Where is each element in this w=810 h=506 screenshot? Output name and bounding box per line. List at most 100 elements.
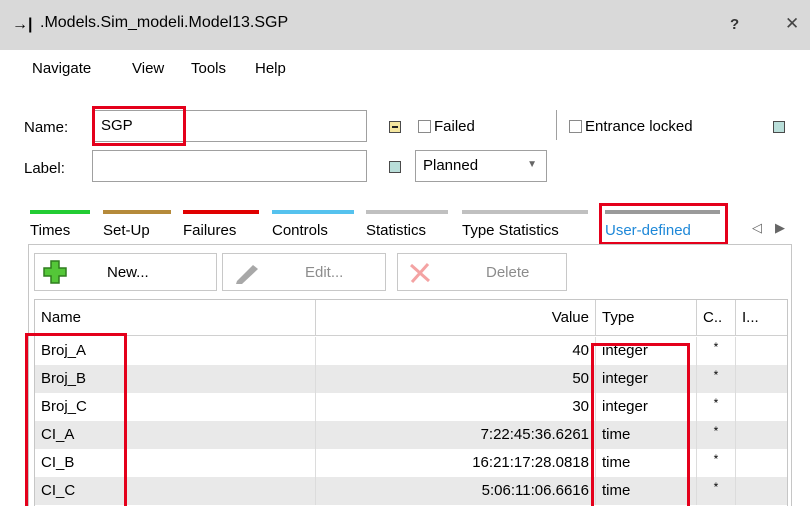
cell-type: time	[596, 449, 697, 477]
table-row[interactable]: Broj_B 50 integer *	[35, 365, 787, 393]
delete-x-icon	[410, 263, 430, 283]
cell-c: *	[697, 449, 736, 477]
header-value[interactable]: Value	[316, 300, 596, 336]
delete-button[interactable]: Delete	[397, 253, 567, 291]
tab-color-bar	[605, 210, 720, 214]
cell-name: CI_A	[35, 421, 316, 449]
cell-value: 40	[316, 337, 596, 365]
cell-type: integer	[596, 365, 697, 393]
tab-label: Times	[30, 222, 71, 239]
cell-c: *	[697, 337, 736, 365]
cell-c: *	[697, 393, 736, 421]
label-input[interactable]	[92, 150, 367, 182]
menu-bar: Navigate View Tools Help	[0, 50, 810, 86]
tab-color-bar	[183, 210, 259, 214]
window-title: .Models.Sim_modeli.Model13.SGP	[40, 14, 289, 31]
user-defined-table: Name Value Type C.. I... Broj_A 40 integ…	[34, 299, 788, 506]
cell-i	[736, 337, 787, 365]
tab-scroll-left-icon[interactable]: ◁	[752, 220, 762, 236]
entrance-locked-checkbox[interactable]	[569, 120, 582, 133]
new-button-label: New...	[107, 264, 149, 281]
table-row[interactable]: CI_C 5:06:11:06.6616 time *	[35, 477, 787, 505]
tab-color-bar	[272, 210, 354, 214]
tab-type-statistics[interactable]: Type Statistics	[462, 210, 588, 244]
entrance-inheritance-icon[interactable]	[773, 121, 785, 133]
cell-c: *	[697, 421, 736, 449]
tab-color-bar	[103, 210, 171, 214]
header-c[interactable]: C..	[697, 300, 736, 336]
status-select-value: Planned	[423, 157, 479, 174]
name-value: SGP	[101, 117, 133, 134]
label-inheritance-icon[interactable]	[389, 161, 401, 173]
pin-arrow-icon[interactable]: →|	[12, 16, 32, 34]
cell-type: integer	[596, 337, 697, 365]
cell-i	[736, 477, 787, 505]
tab-scroll-right-icon[interactable]: ▶	[775, 220, 785, 236]
cell-i	[736, 421, 787, 449]
cell-type: integer	[596, 393, 697, 421]
tab-times[interactable]: Times	[30, 210, 90, 244]
menu-view[interactable]: View	[132, 60, 164, 77]
edit-button-label: Edit...	[305, 264, 344, 281]
cell-value: 16:21:17:28.0818	[316, 449, 596, 477]
cell-name: CI_B	[35, 449, 316, 477]
cell-value: 50	[316, 365, 596, 393]
tab-color-bar	[366, 210, 448, 214]
close-button[interactable]: ✕	[785, 14, 799, 34]
menu-navigate[interactable]: Navigate	[32, 60, 91, 77]
cell-value: 30	[316, 393, 596, 421]
cell-type: time	[596, 421, 697, 449]
menu-help[interactable]: Help	[255, 60, 286, 77]
chevron-down-icon: ▼	[527, 159, 537, 170]
name-input[interactable]: SGP	[92, 110, 367, 142]
cell-c: *	[697, 477, 736, 505]
failed-label: Failed	[434, 118, 475, 135]
cell-i	[736, 365, 787, 393]
tab-user-defined[interactable]: User-defined	[605, 210, 720, 244]
entrance-locked-label: Entrance locked	[585, 118, 693, 135]
tab-label: Failures	[183, 222, 237, 239]
cell-i	[736, 393, 787, 421]
user-defined-pane: New... Edit... Delete Name Value Type C.…	[28, 244, 792, 506]
table-row[interactable]: CI_A 7:22:45:36.6261 time *	[35, 421, 787, 449]
table-row[interactable]: Broj_A 40 integer *	[35, 337, 787, 365]
tab-color-bar	[30, 210, 90, 214]
new-button[interactable]: New...	[34, 253, 217, 291]
inheritance-icon[interactable]	[389, 121, 401, 133]
pencil-icon	[236, 265, 258, 284]
menu-tools[interactable]: Tools	[191, 60, 226, 77]
help-button[interactable]: ?	[730, 16, 739, 33]
tab-statistics[interactable]: Statistics	[366, 210, 448, 244]
plus-icon	[43, 260, 67, 284]
cell-name: Broj_A	[35, 337, 316, 365]
tab-color-bar	[462, 210, 588, 214]
table-header: Name Value Type C.. I...	[35, 300, 787, 336]
failed-checkbox[interactable]	[418, 120, 431, 133]
tab-label: Type Statistics	[462, 222, 559, 239]
title-bar: →| .Models.Sim_modeli.Model13.SGP ? ✕	[0, 0, 810, 50]
name-label: Name:	[24, 119, 69, 136]
tab-label: User-defined	[605, 222, 691, 239]
tab-failures[interactable]: Failures	[183, 210, 259, 244]
cell-i	[736, 449, 787, 477]
edit-button[interactable]: Edit...	[222, 253, 386, 291]
label-label: Label:	[24, 160, 65, 177]
table-row[interactable]: CI_B 16:21:17:28.0818 time *	[35, 449, 787, 477]
table-row[interactable]: Broj_C 30 integer *	[35, 393, 787, 421]
status-select[interactable]: Planned ▼	[415, 150, 547, 182]
cell-value: 5:06:11:06.6616	[316, 477, 596, 505]
tab-set-up[interactable]: Set-Up	[103, 210, 171, 244]
tab-label: Controls	[272, 222, 328, 239]
tab-label: Set-Up	[103, 222, 150, 239]
cell-name: Broj_B	[35, 365, 316, 393]
cell-name: Broj_C	[35, 393, 316, 421]
delete-button-label: Delete	[486, 264, 530, 281]
cell-value: 7:22:45:36.6261	[316, 421, 596, 449]
header-name[interactable]: Name	[35, 300, 316, 336]
header-i[interactable]: I...	[736, 300, 787, 336]
tab-controls[interactable]: Controls	[272, 210, 354, 244]
cell-type: time	[596, 477, 697, 505]
cell-name: CI_C	[35, 477, 316, 505]
separator	[556, 110, 557, 140]
header-type[interactable]: Type	[596, 300, 697, 336]
